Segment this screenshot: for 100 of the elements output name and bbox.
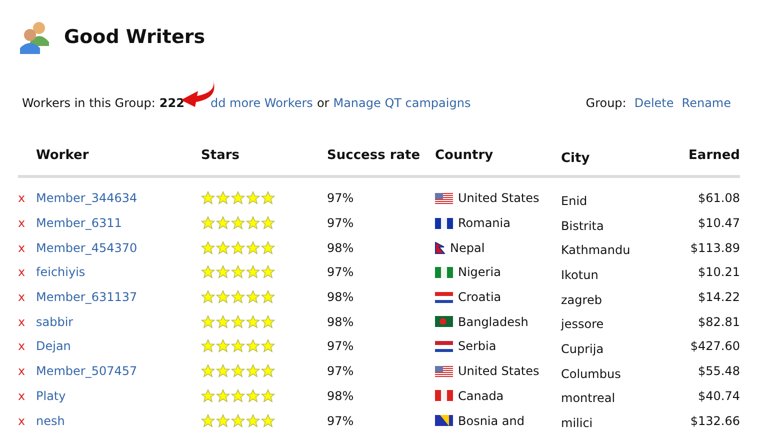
- remove-link[interactable]: x: [18, 339, 26, 354]
- earned-amount: $55.48: [698, 364, 740, 378]
- country-name: Romania: [458, 216, 510, 230]
- star-icon: [201, 314, 215, 329]
- country-name: United States: [458, 364, 540, 378]
- star-icon: [216, 388, 230, 403]
- star-icon: [246, 388, 260, 403]
- star-icon: [201, 216, 215, 230]
- country-name: Bangladesh: [458, 314, 528, 329]
- star-icon: [261, 265, 275, 280]
- city-name: jessore: [561, 317, 604, 332]
- star-icon: [216, 191, 230, 206]
- column-header: Worker: [36, 148, 89, 163]
- city-name: Kathmandu: [561, 243, 630, 258]
- worker-link[interactable]: Member_631137: [36, 290, 138, 304]
- remove-link[interactable]: x: [18, 240, 26, 255]
- star-icon: [231, 265, 245, 280]
- star-icon: [231, 240, 245, 255]
- star-icon: [216, 240, 230, 255]
- star-icon: [201, 388, 215, 403]
- remove-link[interactable]: x: [18, 388, 26, 403]
- worker-link[interactable]: Dejan: [36, 339, 71, 354]
- star-icon: [216, 290, 230, 304]
- star-icon: [246, 364, 260, 378]
- add-workers-link[interactable]: dd more Workers: [210, 96, 313, 110]
- star-icon: [246, 290, 260, 304]
- success-rate: 97%: [327, 339, 354, 354]
- city-name: milici: [561, 416, 593, 430]
- country-name: United States: [458, 191, 540, 206]
- star-icon: [246, 414, 260, 428]
- star-icon: [231, 414, 245, 428]
- success-rate: 98%: [327, 290, 354, 304]
- column-header: City: [561, 151, 590, 166]
- star-icon: [246, 240, 260, 255]
- earned-amount: $61.08: [698, 191, 740, 206]
- success-rate: 97%: [327, 216, 354, 230]
- star-icon: [216, 339, 230, 354]
- city-name: Enid: [561, 194, 588, 208]
- success-rate: 98%: [327, 388, 354, 403]
- star-icon: [216, 314, 230, 329]
- worker-link[interactable]: nesh: [36, 414, 65, 428]
- star-icon: [246, 216, 260, 230]
- remove-link[interactable]: x: [18, 191, 26, 206]
- country-name: Nepal: [450, 240, 485, 255]
- worker-link[interactable]: Member_454370: [36, 240, 138, 255]
- star-icon: [261, 191, 275, 206]
- remove-link[interactable]: x: [18, 414, 26, 428]
- star-icon: [261, 216, 275, 230]
- star-icon: [231, 191, 245, 206]
- success-rate: 98%: [327, 314, 354, 329]
- city-name: Bistrita: [561, 218, 604, 233]
- country-name: Bosnia and: [458, 414, 525, 428]
- column-header: Success rate: [327, 148, 420, 163]
- star-icon: [216, 414, 230, 428]
- group-action-link[interactable]: Rename: [682, 96, 731, 110]
- success-rate: 97%: [327, 191, 354, 206]
- city-name: Cuprija: [561, 342, 604, 356]
- star-icon: [231, 314, 245, 329]
- earned-amount: $427.60: [690, 339, 740, 354]
- success-rate: 97%: [327, 364, 354, 378]
- remove-link[interactable]: x: [18, 314, 26, 329]
- earned-amount: $40.74: [698, 388, 740, 403]
- or-text: or: [316, 96, 330, 110]
- city-name: montreal: [561, 391, 616, 406]
- star-icon: [231, 339, 245, 354]
- star-icon: [261, 240, 275, 255]
- remove-link[interactable]: x: [18, 216, 26, 230]
- star-icon: [201, 191, 215, 206]
- remove-link[interactable]: x: [18, 265, 26, 280]
- workers-label: Workers in this Group:: [22, 96, 156, 110]
- star-icon: [201, 240, 215, 255]
- star-icon: [231, 388, 245, 403]
- remove-link[interactable]: x: [18, 364, 26, 378]
- star-icon: [201, 265, 215, 280]
- worker-link[interactable]: sabbir: [36, 314, 74, 329]
- star-icon: [231, 290, 245, 304]
- country-name: Croatia: [458, 290, 502, 304]
- star-icon: [231, 364, 245, 378]
- city-name: Columbus: [561, 366, 621, 381]
- city-name: zagreb: [561, 292, 602, 307]
- star-icon: [261, 388, 275, 403]
- worker-link[interactable]: feichiyis: [36, 265, 86, 280]
- remove-link[interactable]: x: [18, 290, 26, 304]
- star-icon: [201, 364, 215, 378]
- star-icon: [216, 216, 230, 230]
- star-icon: [201, 339, 215, 354]
- worker-link[interactable]: Member_6311: [36, 216, 122, 230]
- worker-link[interactable]: Member_507457: [36, 364, 138, 378]
- worker-link[interactable]: Member_344634: [36, 191, 138, 206]
- column-header: Country: [435, 148, 494, 163]
- star-icon: [246, 339, 260, 354]
- column-header: Earned: [688, 148, 740, 163]
- earned-amount: $10.21: [698, 265, 740, 280]
- group-action-link[interactable]: Delete: [634, 96, 674, 110]
- manage-campaigns-link[interactable]: Manage QT campaigns: [333, 96, 471, 110]
- star-icon: [261, 290, 275, 304]
- country-name: Serbia: [458, 339, 496, 354]
- star-icon: [261, 314, 275, 329]
- worker-link[interactable]: Platy: [36, 388, 66, 403]
- star-icon: [216, 364, 230, 378]
